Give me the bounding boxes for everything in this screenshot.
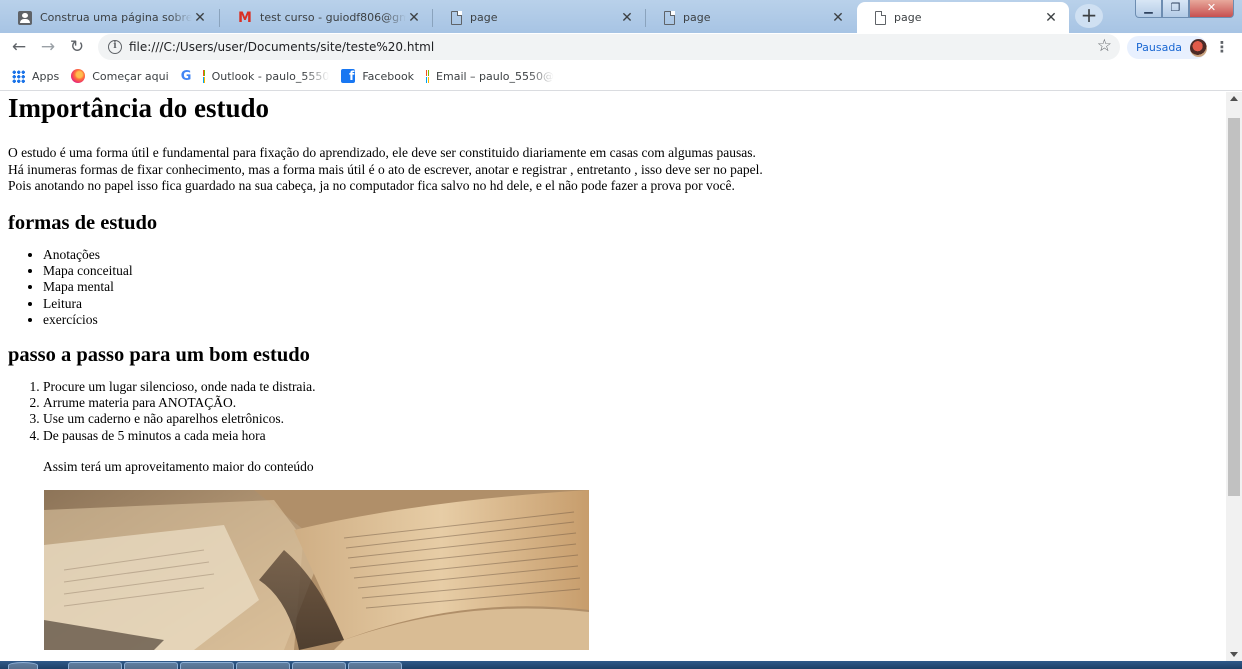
url-text[interactable]: file:///C:/Users/user/Documents/site/tes… [129, 40, 434, 54]
bookmark-email[interactable]: Email – paulo_5550@ [426, 69, 555, 83]
list-item: Mapa conceitual [43, 263, 1218, 279]
tab-construa[interactable]: Construa uma página sobre você ✕ [0, 2, 218, 33]
bookmark-label: Outlook - paulo_5550 [211, 69, 330, 83]
tab-title: page [470, 11, 498, 24]
maximize-icon[interactable]: ❐ [1162, 0, 1189, 18]
bookmark-label: Facebook [362, 69, 415, 83]
start-button[interactable] [8, 662, 38, 669]
apps-grid-icon [12, 69, 25, 83]
tab-title: page [894, 11, 922, 24]
passos-list: Procure um lugar silencioso, onde nada t… [8, 379, 1218, 445]
vertical-scrollbar[interactable] [1226, 92, 1242, 661]
bookmark-outlook[interactable]: Outlook - paulo_5550 [203, 69, 330, 83]
close-window-icon[interactable]: ✕ [1189, 0, 1234, 18]
profile-label: Pausada [1136, 41, 1183, 54]
close-tab-icon[interactable]: ✕ [619, 10, 635, 26]
bookmarks-bar: Apps Começar aqui G Outlook - paulo_5550… [0, 62, 1242, 91]
intro-paragraph: O estudo é uma forma útil e fundamental … [8, 145, 1218, 195]
page-icon [875, 10, 886, 25]
bookmark-star-icon[interactable]: ☆ [1097, 36, 1112, 56]
list-item: Procure um lugar silencioso, onde nada t… [43, 379, 1218, 395]
tab-page-2[interactable]: page ✕ [646, 2, 856, 33]
bookmark-facebook[interactable]: f Facebook [341, 69, 414, 83]
section-heading-formas: formas de estudo [8, 211, 158, 234]
facebook-icon: f [341, 69, 356, 83]
menu-kebab-icon[interactable]: ⋮ [1214, 38, 1230, 56]
page-icon [664, 10, 675, 25]
taskbar-item[interactable] [348, 662, 402, 669]
section-heading-passo: passo a passo para um bom estudo [8, 343, 310, 366]
tab-page-active[interactable]: page ✕ [857, 2, 1069, 33]
tab-title: page [683, 11, 711, 24]
book-illustration [44, 490, 589, 651]
tab-strip: Construa uma página sobre você ✕ M test … [0, 0, 1242, 33]
tab-page-1[interactable]: page ✕ [433, 2, 645, 33]
scroll-up-arrow-icon[interactable] [1230, 96, 1238, 101]
close-tab-icon[interactable]: ✕ [406, 10, 422, 26]
bookmark-google[interactable]: G [181, 69, 192, 84]
google-icon: G [180, 68, 192, 84]
tab-title: Construa uma página sobre você [40, 11, 192, 24]
page-title: Importância do estudo [8, 93, 270, 123]
taskbar-item[interactable] [292, 662, 346, 669]
os-taskbar [0, 661, 1242, 669]
back-arrow-icon[interactable]: ← [8, 36, 30, 58]
forward-arrow-icon[interactable]: → [37, 36, 59, 58]
bookmark-label: Email – paulo_5550@ [436, 69, 555, 83]
firefox-icon [71, 69, 86, 83]
close-tab-icon[interactable]: ✕ [830, 10, 846, 26]
minimize-icon[interactable]: ▁ [1135, 0, 1162, 18]
window-controls: ▁ ❐ ✕ [1135, 0, 1234, 18]
list-item: Anotações [43, 247, 1218, 263]
info-icon[interactable]: i [108, 40, 122, 54]
address-bar[interactable]: i file:///C:/Users/user/Documents/site/t… [98, 34, 1120, 60]
microsoft-icon [203, 69, 205, 83]
close-tab-icon[interactable]: ✕ [1043, 10, 1059, 26]
intro-line: O estudo é uma forma útil e fundamental … [8, 145, 756, 160]
list-item: Use um caderno e não aparelhos eletrônic… [43, 411, 1218, 427]
gmail-icon: M [238, 9, 252, 26]
bookmark-label: Apps [32, 69, 60, 83]
browser-toolbar: ← → ↻ i file:///C:/Users/user/Documents/… [0, 33, 1242, 62]
page-icon [451, 10, 462, 25]
taskbar-item[interactable] [236, 662, 290, 669]
intro-line: Pois anotando no papel isso fica guardad… [8, 178, 735, 193]
avatar [1190, 38, 1207, 57]
page-viewport: Importância do estudo O estudo é uma for… [0, 92, 1226, 661]
person-icon [18, 10, 32, 25]
scroll-down-arrow-icon[interactable] [1230, 652, 1238, 657]
microsoft-icon [426, 69, 430, 83]
list-item: exercícios [43, 312, 1218, 328]
tab-title: test curso - guiodf806@gmail.com [260, 11, 406, 24]
bookmark-comecar-aqui[interactable]: Começar aqui [71, 69, 169, 83]
open-book-image [44, 490, 589, 651]
tab-gmail[interactable]: M test curso - guiodf806@gmail.com ✕ [220, 2, 432, 33]
formas-list: Anotações Mapa conceitual Mapa mental Le… [8, 247, 1218, 329]
new-tab-button[interactable]: + [1075, 4, 1103, 28]
list-item: Mapa mental [43, 279, 1218, 295]
intro-line: Há inumeras formas de fixar conhecimento… [8, 161, 763, 177]
page-content: Importância do estudo O estudo é uma for… [0, 93, 1226, 651]
taskbar-item[interactable] [68, 662, 122, 669]
taskbar-item[interactable] [180, 662, 234, 669]
list-item: Arrume materia para ANOTAÇÃO. [43, 395, 1218, 411]
close-tab-icon[interactable]: ✕ [192, 10, 208, 26]
taskbar-item[interactable] [124, 662, 178, 669]
profile-button[interactable]: Pausada [1127, 36, 1207, 59]
scrollbar-thumb[interactable] [1228, 118, 1240, 496]
bookmark-apps[interactable]: Apps [12, 69, 60, 83]
list-item: Leitura [43, 296, 1218, 312]
closing-text: Assim terá um aproveitamento maior do co… [43, 459, 314, 475]
list-item: De pausas de 5 minutos a cada meia hora [43, 428, 1218, 444]
bookmark-label: Começar aqui [92, 69, 169, 83]
reload-icon[interactable]: ↻ [66, 36, 88, 58]
